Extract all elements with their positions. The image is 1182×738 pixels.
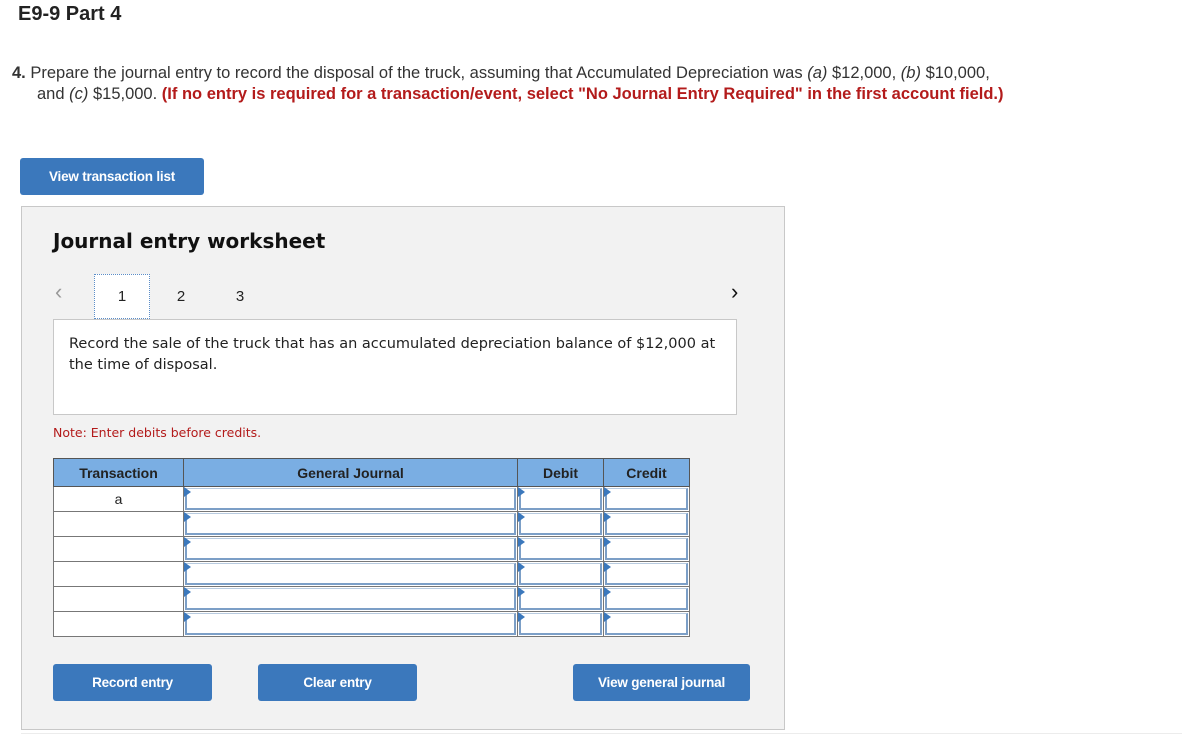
transaction-cell — [53, 561, 184, 587]
divider — [21, 733, 1182, 734]
transaction-cell: a — [53, 486, 184, 512]
table-row — [53, 586, 690, 612]
account-input[interactable] — [185, 588, 516, 610]
credit-input-cell — [603, 536, 690, 562]
credit-input[interactable] — [605, 563, 688, 585]
dropdown-indicator-icon — [518, 587, 525, 597]
credit-input[interactable] — [605, 588, 688, 610]
account-input-cell — [183, 486, 518, 512]
table-row: a — [53, 486, 690, 512]
dropdown-indicator-icon — [604, 512, 611, 522]
credit-input[interactable] — [605, 488, 688, 510]
journal-table: Transaction General Journal Debit Credit… — [53, 458, 690, 637]
dropdown-indicator-icon — [518, 537, 525, 547]
credit-input-cell — [603, 611, 690, 637]
credit-input[interactable] — [605, 613, 688, 635]
transaction-description: Record the sale of the truck that has an… — [53, 319, 737, 415]
debit-input[interactable] — [519, 563, 602, 585]
value-b: $10,000, — [925, 64, 990, 82]
chevron-left-icon[interactable]: ‹ — [55, 279, 62, 305]
dropdown-indicator-icon — [184, 612, 191, 622]
column-header-general-journal: General Journal — [183, 458, 518, 487]
question-text: 4. Prepare the journal entry to record t… — [12, 63, 1132, 105]
debit-input-cell — [517, 561, 604, 587]
account-input-cell — [183, 536, 518, 562]
account-input[interactable] — [185, 563, 516, 585]
transaction-cell — [53, 511, 184, 537]
chevron-right-icon[interactable]: › — [731, 279, 738, 305]
transaction-cell — [53, 536, 184, 562]
table-row — [53, 611, 690, 637]
dropdown-indicator-icon — [184, 537, 191, 547]
credit-input-cell — [603, 586, 690, 612]
dropdown-indicator-icon — [184, 562, 191, 572]
tab-2[interactable]: 2 — [153, 274, 209, 319]
tab-3[interactable]: 3 — [212, 274, 268, 319]
table-row — [53, 561, 690, 587]
account-input[interactable] — [185, 538, 516, 560]
dropdown-indicator-icon — [184, 487, 191, 497]
page-title: E9-9 Part 4 — [18, 3, 122, 25]
debit-input-cell — [517, 486, 604, 512]
account-input[interactable] — [185, 488, 516, 510]
debit-input-cell — [517, 611, 604, 637]
credit-input-cell — [603, 561, 690, 587]
text-and: and — [37, 85, 65, 103]
label-c: (c) — [69, 85, 89, 103]
dropdown-indicator-icon — [518, 562, 525, 572]
view-transaction-list-button[interactable]: View transaction list — [20, 158, 204, 195]
account-input[interactable] — [185, 513, 516, 535]
value-c: $15,000. — [92, 85, 158, 103]
debit-input[interactable] — [519, 513, 602, 535]
journal-entry-worksheet: Journal entry worksheet ‹ 1 2 3 › Record… — [21, 206, 785, 730]
worksheet-title: Journal entry worksheet — [53, 229, 326, 253]
credit-input-cell — [603, 486, 690, 512]
dropdown-indicator-icon — [604, 537, 611, 547]
dropdown-indicator-icon — [604, 487, 611, 497]
transaction-cell — [53, 611, 184, 637]
view-general-journal-button[interactable]: View general journal — [573, 664, 750, 701]
dropdown-indicator-icon — [518, 612, 525, 622]
credit-input-cell — [603, 511, 690, 537]
table-row — [53, 536, 690, 562]
debit-input[interactable] — [519, 588, 602, 610]
account-input-cell — [183, 561, 518, 587]
label-b: (b) — [900, 64, 921, 82]
debit-input[interactable] — [519, 488, 602, 510]
clear-entry-button[interactable]: Clear entry — [258, 664, 417, 701]
table-row — [53, 511, 690, 537]
debit-input-cell — [517, 536, 604, 562]
dropdown-indicator-icon — [518, 512, 525, 522]
account-input-cell — [183, 611, 518, 637]
account-input-cell — [183, 586, 518, 612]
dropdown-indicator-icon — [184, 587, 191, 597]
question-number: 4. — [12, 64, 26, 82]
column-header-debit: Debit — [517, 458, 604, 487]
transaction-cell — [53, 586, 184, 612]
dropdown-indicator-icon — [604, 612, 611, 622]
dropdown-indicator-icon — [518, 487, 525, 497]
credit-input[interactable] — [605, 538, 688, 560]
account-input-cell — [183, 511, 518, 537]
debit-input[interactable] — [519, 538, 602, 560]
label-a: (a) — [807, 64, 828, 82]
account-input[interactable] — [185, 613, 516, 635]
credit-input[interactable] — [605, 513, 688, 535]
debit-input[interactable] — [519, 613, 602, 635]
dropdown-indicator-icon — [604, 587, 611, 597]
note-text: Note: Enter debits before credits. — [53, 425, 262, 440]
debit-input-cell — [517, 586, 604, 612]
instruction-text: (If no entry is required for a transacti… — [161, 85, 1004, 103]
dropdown-indicator-icon — [184, 512, 191, 522]
dropdown-indicator-icon — [604, 562, 611, 572]
column-header-credit: Credit — [603, 458, 690, 487]
value-a: $12,000, — [831, 64, 897, 82]
record-entry-button[interactable]: Record entry — [53, 664, 212, 701]
column-header-transaction: Transaction — [53, 458, 184, 487]
tab-1[interactable]: 1 — [94, 274, 150, 319]
debit-input-cell — [517, 511, 604, 537]
question-body: Prepare the journal entry to record the … — [30, 64, 803, 82]
